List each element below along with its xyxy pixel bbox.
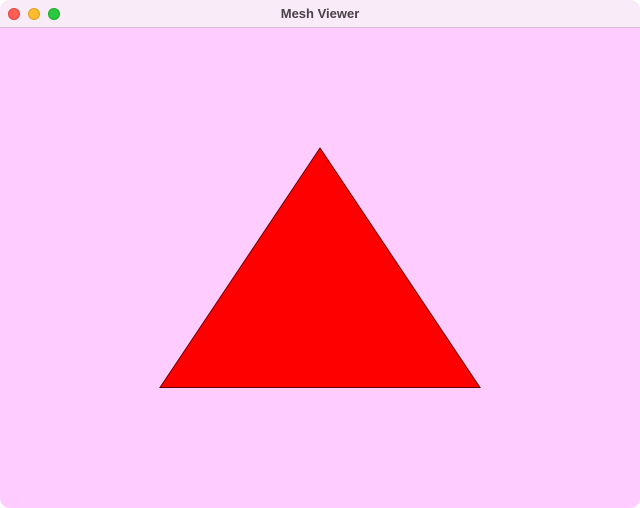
mesh-canvas — [159, 147, 481, 388]
app-window: Mesh Viewer — [0, 0, 640, 508]
window-title: Mesh Viewer — [280, 6, 360, 21]
title-bar[interactable]: Mesh Viewer — [0, 0, 640, 28]
mesh-triangle — [159, 147, 481, 388]
render-viewport[interactable] — [0, 28, 640, 508]
